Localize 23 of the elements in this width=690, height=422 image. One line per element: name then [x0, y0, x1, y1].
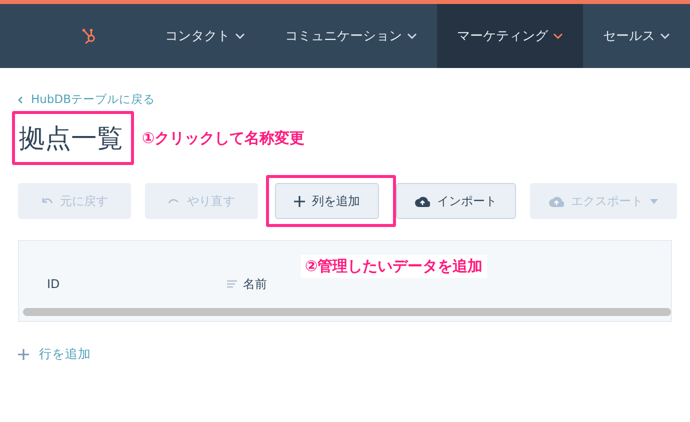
annotation-text: ①クリックして名称変更: [142, 128, 305, 148]
add-button[interactable]: 列を追加: [275, 183, 379, 219]
column-header[interactable]: ID: [47, 277, 227, 291]
nav-menu-item[interactable]: コミュニケーション: [265, 4, 437, 68]
caret-icon: [660, 33, 670, 39]
plus-icon: [18, 349, 29, 360]
column-header[interactable]: 名前: [227, 276, 267, 292]
text-lines-icon: [227, 280, 237, 288]
chevron-left-icon: [18, 96, 23, 104]
cloud-upload-icon: [415, 196, 430, 206]
cloud-upload-icon: [549, 196, 564, 206]
annotation-text: ②管理したいデータを追加: [301, 255, 487, 278]
nav-menu-item[interactable]: コンタクト: [145, 4, 265, 68]
nav-menu-item[interactable]: セールス: [583, 4, 690, 68]
horizontal-scrollbar[interactable]: [23, 308, 671, 316]
caret-icon: [407, 33, 417, 39]
caret-icon: [553, 33, 563, 39]
import-button[interactable]: インポート: [396, 183, 516, 219]
plus-icon: [294, 196, 305, 206]
undo-arrow-icon: [41, 196, 53, 206]
table-title[interactable]: 拠点一覧: [19, 120, 123, 156]
nav-menu-item[interactable]: マーケティング: [437, 4, 583, 68]
caret-icon: [235, 33, 245, 39]
